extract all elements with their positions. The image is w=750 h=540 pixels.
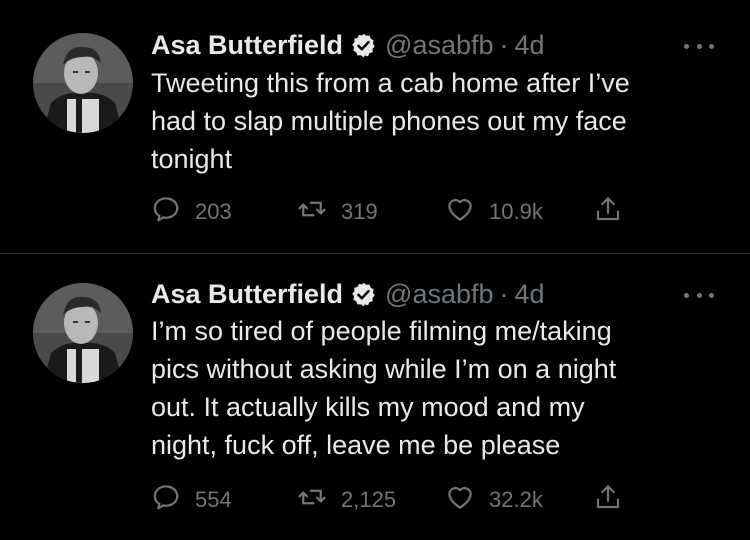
avatar[interactable] — [33, 33, 133, 133]
retweet-button[interactable]: 319 — [297, 194, 378, 230]
share-icon — [593, 482, 623, 518]
avatar[interactable] — [33, 283, 133, 383]
author-handle[interactable]: @asabfb — [385, 279, 493, 310]
reply-button[interactable]: 203 — [151, 194, 232, 230]
retweet-count: 319 — [341, 199, 378, 224]
retweet-icon — [297, 482, 327, 518]
separator: · — [499, 278, 509, 309]
tweet-header: Asa Butterfield @asabfb · 4d — [151, 28, 545, 62]
reply-icon — [151, 194, 181, 230]
author-name[interactable]: Asa Butterfield — [151, 30, 343, 61]
tweet-header: Asa Butterfield @asabfb · 4d — [151, 277, 545, 311]
timestamp[interactable]: 4d — [515, 30, 545, 61]
share-button[interactable] — [593, 194, 623, 230]
tweet[interactable]: Asa Butterfield @asabfb · 4d Tweeting th… — [0, 0, 750, 253]
tweet-actions: 203 319 10.9k — [151, 194, 671, 230]
retweet-count: 2,125 — [341, 487, 397, 512]
heart-icon — [445, 482, 475, 518]
reply-count: 554 — [195, 487, 232, 512]
separator: · — [499, 29, 509, 60]
retweet-button[interactable]: 2,125 — [297, 482, 396, 518]
like-button[interactable]: 32.2k — [445, 482, 543, 518]
timestamp[interactable]: 4d — [515, 279, 545, 310]
retweet-icon — [297, 194, 327, 230]
tweet-text: Tweeting this from a cab home after I’ve… — [151, 68, 630, 174]
reply-count: 203 — [195, 199, 232, 224]
verified-badge-icon — [350, 281, 377, 308]
tweet[interactable]: Asa Butterfield @asabfb · 4d I’m so tire… — [0, 254, 750, 540]
share-icon — [593, 194, 623, 230]
author-name[interactable]: Asa Butterfield — [151, 279, 343, 310]
tweet-actions: 554 2,125 32.2k — [151, 482, 671, 518]
reply-button[interactable]: 554 — [151, 482, 232, 518]
reply-icon — [151, 482, 181, 518]
more-icon[interactable] — [684, 36, 714, 56]
verified-badge-icon — [350, 32, 377, 59]
share-button[interactable] — [593, 482, 623, 518]
heart-icon — [445, 194, 475, 230]
like-count: 32.2k — [489, 487, 543, 512]
more-icon[interactable] — [684, 285, 714, 305]
author-handle[interactable]: @asabfb — [385, 30, 493, 61]
like-button[interactable]: 10.9k — [445, 194, 543, 230]
tweet-text: I’m so tired of people filming me/taking… — [151, 316, 617, 460]
like-count: 10.9k — [489, 199, 543, 224]
